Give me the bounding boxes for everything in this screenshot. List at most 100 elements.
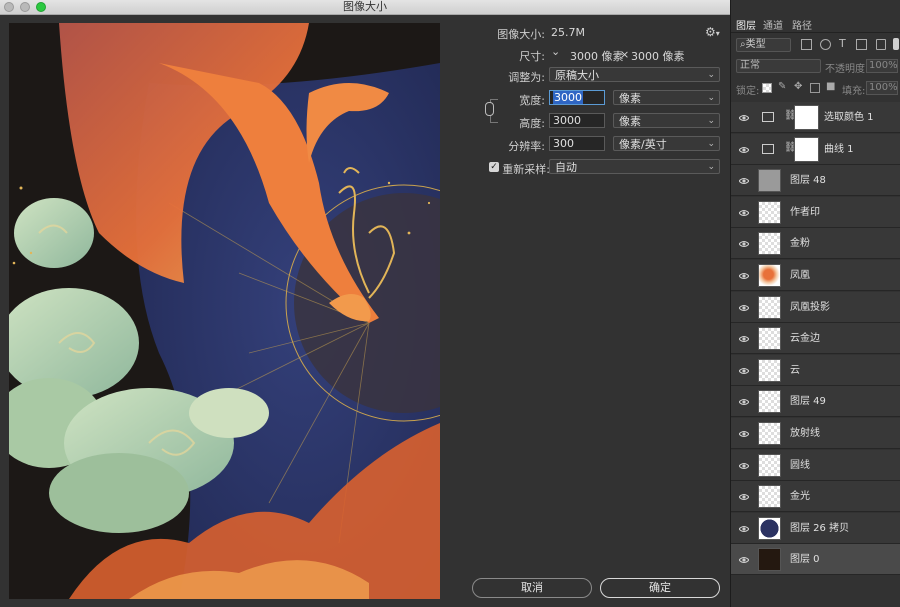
chevron-down-icon: ⌄ (707, 139, 715, 149)
ok-button[interactable]: 确定 (600, 578, 720, 598)
layer-thumbnail[interactable] (758, 390, 781, 414)
image-preview[interactable] (9, 23, 440, 599)
dimensions-separator: × (620, 48, 630, 61)
layer-row[interactable]: 云 (731, 354, 900, 386)
layers-list: ⛓ 选取颜色 1 ⛓ 曲线 1 图层 48 作者印 金粉凤凰凤凰投影云金边云图层 49 放射线… (731, 102, 900, 607)
filter-toggle[interactable] (893, 38, 899, 50)
visibility-eye-icon[interactable] (738, 112, 750, 121)
layer-name: 凤凰投影 (790, 301, 830, 313)
visibility-eye-icon[interactable] (738, 491, 750, 501)
visibility-eye-icon[interactable] (738, 365, 750, 374)
layer-row[interactable]: 图层 48 (731, 165, 900, 197)
layer-thumbnail[interactable] (758, 327, 781, 351)
fill-input[interactable]: 100% (866, 81, 898, 95)
layer-row[interactable]: 放射线 (731, 418, 900, 449)
layer-row[interactable]: 凤凰投影 (731, 291, 900, 323)
tab-layers[interactable]: 图层 (736, 17, 756, 32)
layer-row[interactable]: 金粉 (731, 228, 900, 260)
height-unit-select[interactable]: 像素 ⌄ (613, 113, 720, 128)
layer-row[interactable]: 图层 26 拷贝 (731, 512, 900, 544)
tabs-divider (731, 32, 900, 33)
blend-mode-value: 正常 (740, 60, 760, 71)
layer-name: 图层 26 拷贝 (790, 522, 850, 534)
dimensions-chevron-down-icon[interactable]: ⌄ (551, 45, 560, 58)
layer-thumbnail[interactable] (758, 295, 781, 319)
tab-paths[interactable]: 路径 (792, 17, 812, 32)
resolution-input[interactable]: 300 (549, 136, 605, 151)
layer-filter-select[interactable]: ⌕类型 (736, 38, 791, 52)
tab-channels[interactable]: 通道 (763, 17, 783, 32)
blend-mode-select[interactable]: 正常 (736, 59, 821, 73)
chevron-down-icon: ⌄ (707, 116, 715, 126)
visibility-eye-icon[interactable] (738, 144, 750, 153)
resample-select[interactable]: 自动 ⌄ (549, 159, 720, 174)
lock-label: 锁定: (736, 86, 760, 97)
layer-thumbnail[interactable] (758, 358, 781, 382)
resample-label: 重新采样: (502, 163, 550, 176)
gear-icon[interactable]: ⚙▾ (705, 25, 720, 39)
filter-type-icon[interactable]: T (839, 37, 846, 50)
fill-value: 100% (869, 82, 898, 93)
visibility-eye-icon[interactable] (738, 175, 750, 185)
layer-name: 云金边 (790, 333, 820, 345)
layer-row[interactable]: 圆线 (731, 449, 900, 481)
visibility-eye-icon[interactable] (738, 302, 750, 311)
width-unit-select[interactable]: 像素 ⌄ (613, 90, 720, 105)
width-input[interactable]: 3000 (549, 90, 605, 105)
visibility-eye-icon[interactable] (738, 333, 750, 343)
layer-thumbnail[interactable] (758, 200, 781, 224)
height-value: 3000 (553, 114, 581, 127)
filter-adjustment-icon[interactable] (820, 39, 831, 50)
visibility-eye-icon[interactable] (738, 523, 750, 532)
layer-row[interactable]: 图层 0 (731, 544, 900, 576)
visibility-eye-icon[interactable] (738, 238, 750, 248)
height-label: 高度: (519, 117, 545, 130)
layer-thumbnail[interactable] (758, 232, 781, 256)
lock-artboard-icon[interactable] (810, 83, 820, 93)
layer-thumbnail[interactable] (758, 264, 781, 287)
visibility-eye-icon[interactable] (738, 270, 750, 279)
fit-to-label: 调整为: (508, 71, 545, 84)
visibility-eye-icon[interactable] (738, 396, 750, 406)
visibility-eye-icon[interactable] (738, 460, 750, 469)
lock-all-icon[interactable]: ■ (826, 81, 835, 92)
lock-image-icon[interactable]: ✎ (778, 81, 786, 92)
layer-name: 图层 48 (790, 175, 826, 187)
layer-thumbnail[interactable] (758, 169, 781, 193)
filter-pixel-icon[interactable] (801, 39, 812, 50)
filter-smart-object-icon[interactable] (876, 39, 886, 50)
layer-row[interactable]: 作者印 (731, 196, 900, 228)
phoenix-artwork (9, 23, 440, 599)
layer-row[interactable]: ⛓ 选取颜色 1 (731, 102, 900, 133)
layer-thumbnail[interactable] (758, 485, 781, 509)
layer-name: 凤凰 (790, 270, 810, 281)
layer-row[interactable]: ⛓ 曲线 1 (731, 133, 900, 165)
fit-to-select[interactable]: 原稿大小 ⌄ (549, 67, 720, 82)
visibility-eye-icon[interactable] (738, 207, 750, 216)
selective-color-icon (762, 112, 774, 122)
visibility-eye-icon[interactable] (738, 428, 750, 437)
layer-row[interactable]: 凤凰 (731, 260, 900, 291)
layer-thumbnail[interactable] (758, 422, 781, 445)
opacity-input[interactable]: 100% (866, 59, 898, 73)
height-input[interactable]: 3000 (549, 113, 605, 128)
layer-row[interactable]: 云金边 (731, 323, 900, 355)
layer-mask-thumbnail[interactable] (794, 105, 819, 130)
resolution-value: 300 (553, 137, 574, 150)
layer-thumbnail[interactable] (758, 453, 781, 477)
cancel-button[interactable]: 取消 (472, 578, 592, 598)
layer-thumbnail[interactable] (758, 548, 781, 572)
filter-shape-icon[interactable] (856, 39, 867, 50)
layer-filter-value: 类型 (745, 39, 766, 50)
layer-row[interactable]: 图层 49 (731, 386, 900, 418)
title-bar: 图像大小 (0, 0, 730, 15)
layer-mask-thumbnail[interactable] (794, 136, 819, 162)
lock-position-icon[interactable]: ✥ (794, 81, 802, 92)
layer-name: 圆线 (790, 459, 810, 471)
layer-name: 金光 (790, 491, 810, 503)
visibility-eye-icon[interactable] (738, 554, 750, 564)
layer-thumbnail[interactable] (758, 516, 781, 540)
resolution-unit-select[interactable]: 像素/英寸 ⌄ (613, 136, 720, 151)
layer-row[interactable]: 金光 (731, 481, 900, 513)
lock-transparent-icon[interactable] (762, 83, 772, 93)
